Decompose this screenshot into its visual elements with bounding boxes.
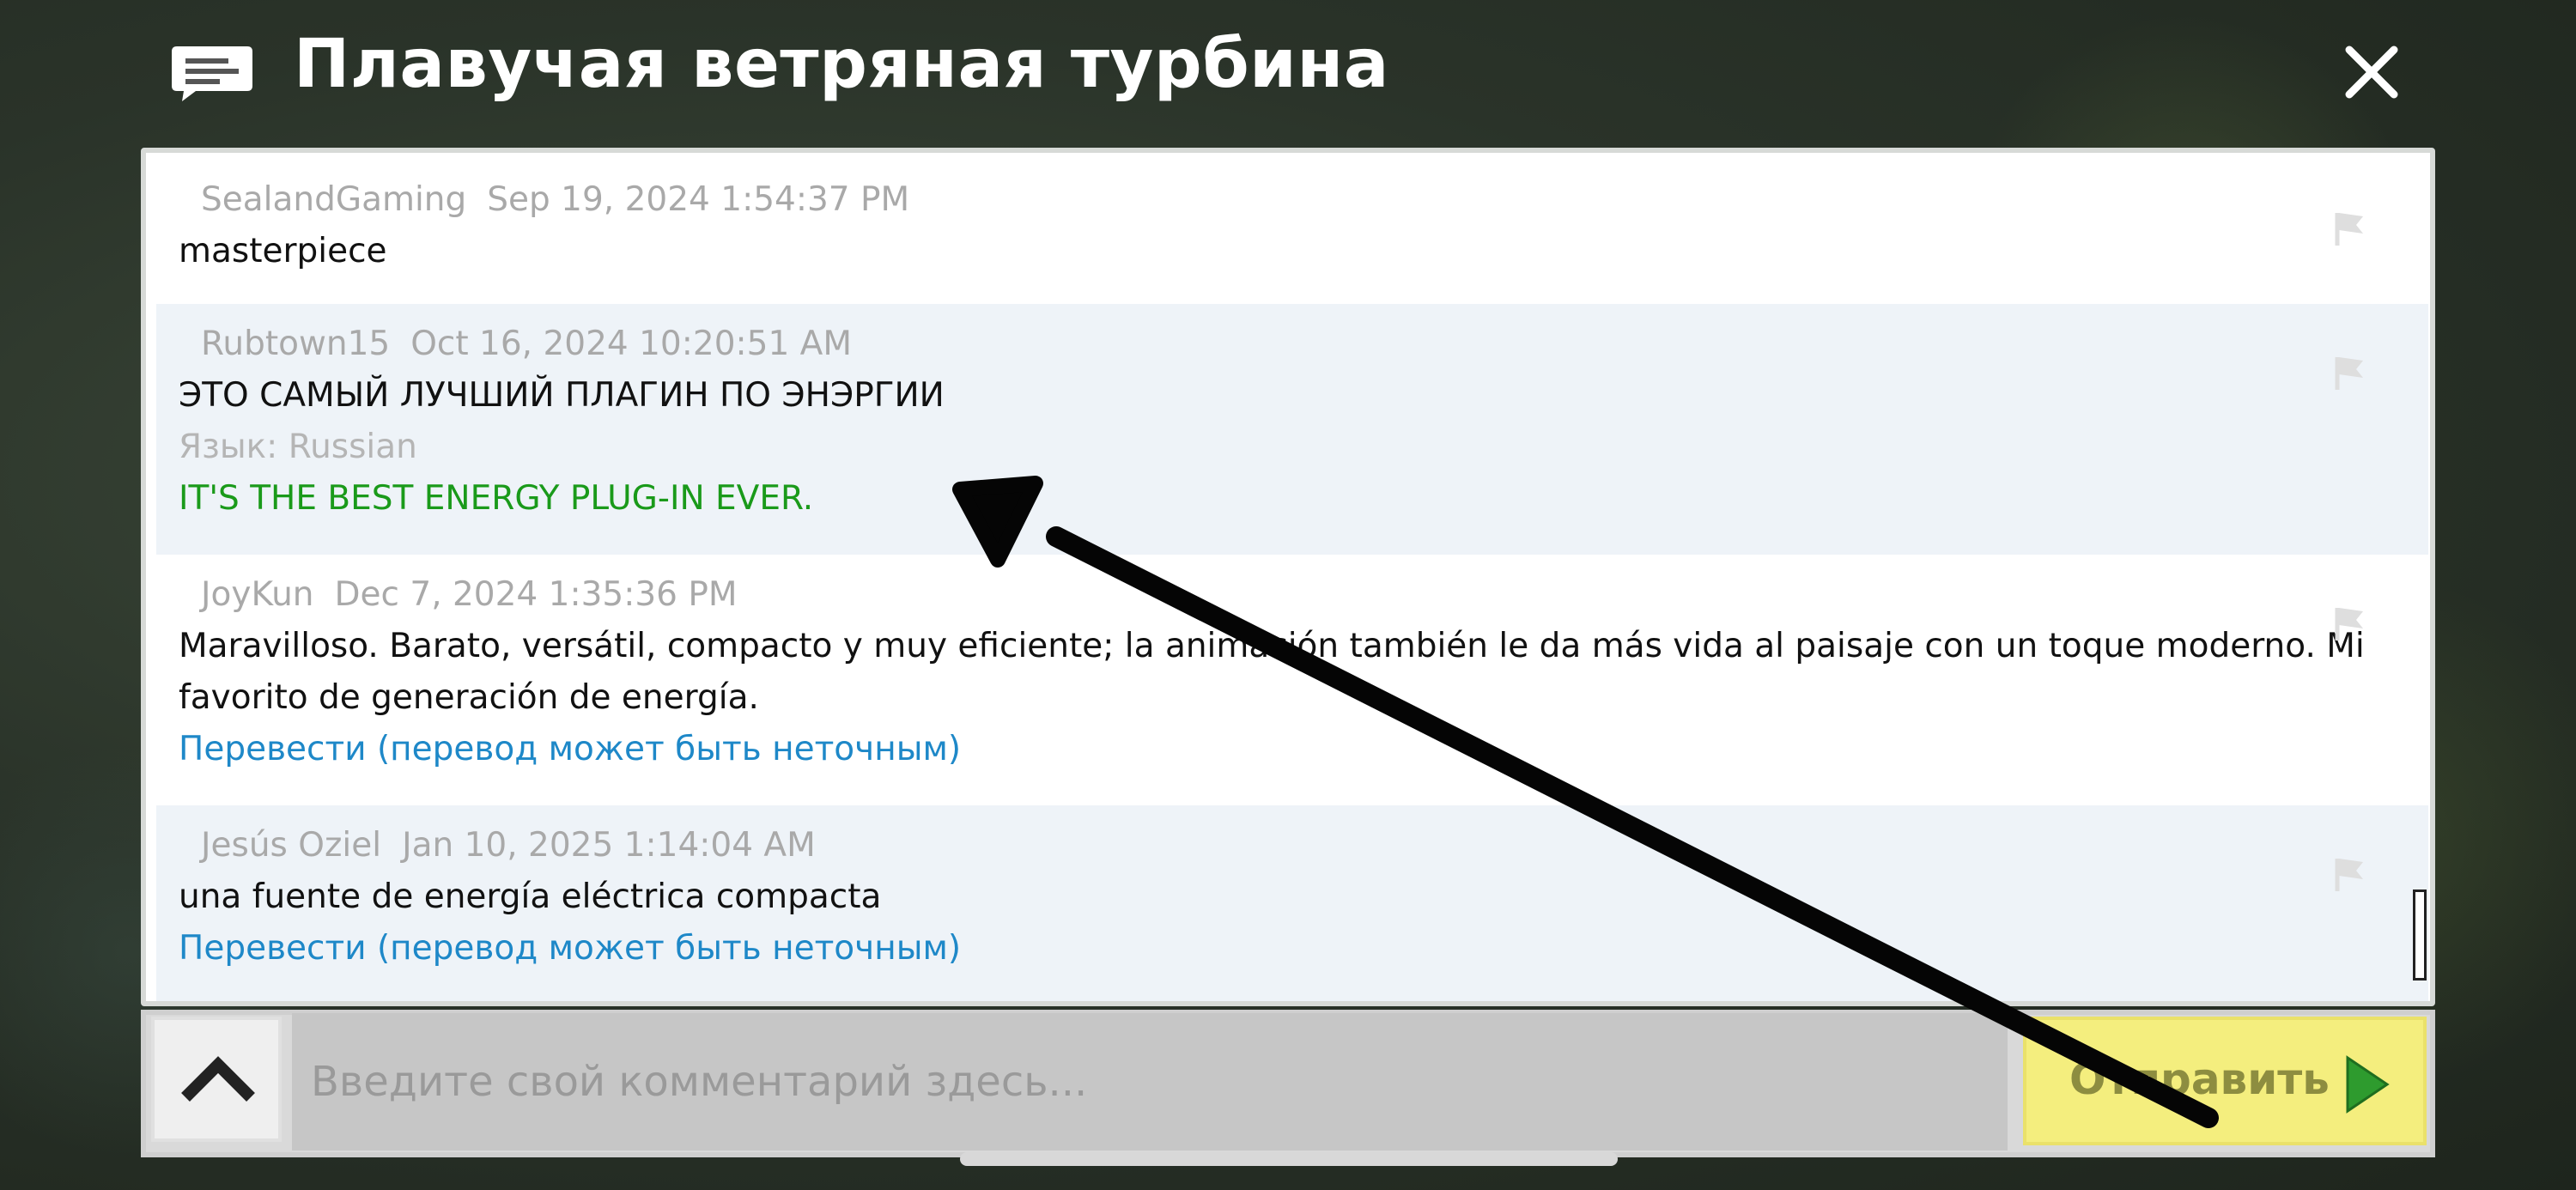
- scrollbar-thumb[interactable]: [2413, 889, 2427, 981]
- comment-item: Jesús Oziel Jan 10, 2025 1:14:04 AM una f…: [156, 805, 2428, 1001]
- play-arrow-icon: [2346, 1055, 2390, 1114]
- comment-date: Oct 16, 2024 10:20:51 AM: [410, 325, 852, 363]
- translate-link[interactable]: Перевести (перевод может быть неточным): [179, 929, 961, 968]
- speech-bubble-icon: [172, 46, 252, 101]
- comment-author: Rubtown15: [201, 325, 391, 363]
- comments-panel[interactable]: SealandGaming Sep 19, 2024 1:54:37 PM mas…: [141, 148, 2435, 1006]
- comment-meta: JoyKun Dec 7, 2024 1:35:36 PM: [201, 575, 738, 614]
- comment-text: ЭТО САМЫЙ ЛУЧШИЙ ПЛАГИН ПО ЭНЭРГИИ: [179, 376, 945, 415]
- comments-list[interactable]: SealandGaming Sep 19, 2024 1:54:37 PM mas…: [156, 160, 2428, 1001]
- flag-icon[interactable]: [2330, 603, 2368, 642]
- comment-text: masterpiece: [179, 232, 387, 270]
- comment-author: SealandGaming: [201, 180, 467, 219]
- chevron-up-icon: [181, 1056, 255, 1102]
- comment-author: JoyKun: [201, 575, 314, 614]
- comment-input[interactable]: [292, 1013, 2008, 1151]
- comment-item: JoyKun Dec 7, 2024 1:35:36 PM Maravilloso…: [156, 555, 2428, 805]
- send-button-label: Отправить: [2069, 1054, 2330, 1104]
- comment-meta: Rubtown15 Oct 16, 2024 10:20:51 AM: [201, 325, 852, 363]
- flag-icon[interactable]: [2330, 352, 2368, 392]
- comment-text: una fuente de energía eléctrica compacta: [179, 877, 882, 916]
- flag-icon[interactable]: [2330, 208, 2368, 247]
- send-button[interactable]: Отправить: [2023, 1017, 2427, 1145]
- comment-date: Sep 19, 2024 1:54:37 PM: [487, 180, 910, 219]
- comment-item: SealandGaming Sep 19, 2024 1:54:37 PM mas…: [156, 160, 2428, 304]
- expand-button[interactable]: [151, 1017, 282, 1142]
- flag-icon[interactable]: [2330, 853, 2368, 893]
- home-indicator: [960, 1152, 1618, 1166]
- comment-text: favorito de generación de energía.: [179, 678, 759, 717]
- comment-meta: SealandGaming Sep 19, 2024 1:54:37 PM: [201, 180, 909, 219]
- translate-link[interactable]: Перевести (перевод может быть неточным): [179, 730, 961, 768]
- comment-language: Язык: Russian: [179, 428, 417, 466]
- comment-date: Jan 10, 2025 1:14:04 AM: [402, 826, 816, 865]
- comment-date: Dec 7, 2024 1:35:36 PM: [334, 575, 738, 614]
- comment-translation: IT'S THE BEST ENERGY PLUG-IN EVER.: [179, 479, 814, 518]
- comment-author: Jesús Oziel: [201, 826, 382, 865]
- comment-text: Maravilloso. Barato, versátil, compacto …: [179, 627, 2365, 665]
- close-icon[interactable]: [2337, 38, 2406, 106]
- comment-meta: Jesús Oziel Jan 10, 2025 1:14:04 AM: [201, 826, 816, 865]
- page-title: Плавучая ветряная турбина: [294, 26, 1389, 103]
- comment-item: Rubtown15 Oct 16, 2024 10:20:51 AM ЭТО СА…: [156, 304, 2428, 555]
